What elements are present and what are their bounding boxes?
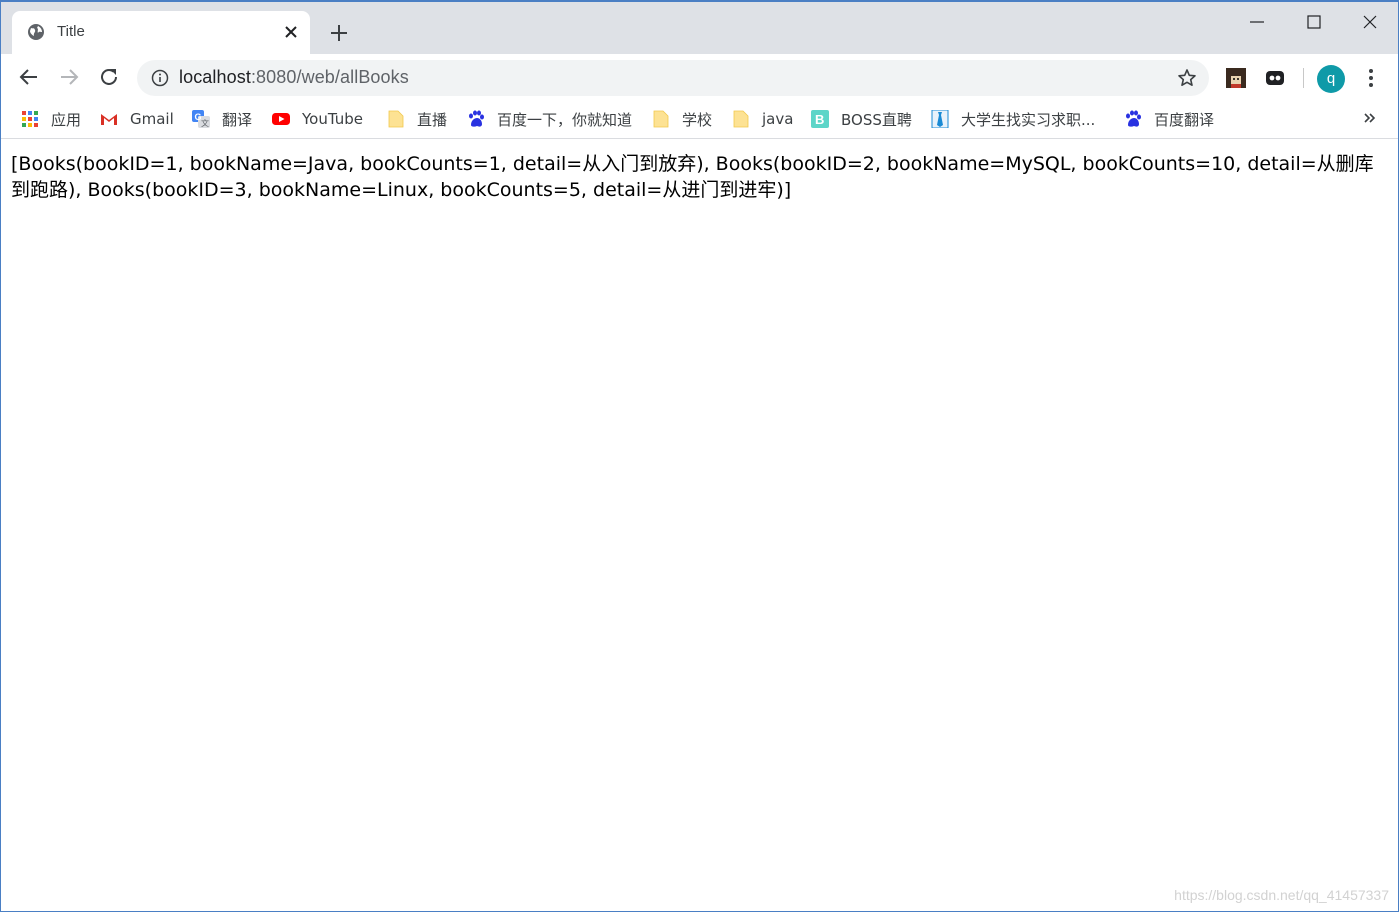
reload-icon[interactable] — [97, 65, 121, 89]
bookmark-internship[interactable]: 大学生找实习求职... — [931, 108, 1095, 130]
url-path: :8080/web/allBooks — [250, 67, 409, 87]
bookmark-label: java — [762, 110, 794, 128]
gmail-icon — [101, 114, 117, 125]
bookmark-label: BOSS直聘 — [841, 110, 912, 129]
maximize-icon[interactable] — [1302, 10, 1326, 34]
bookmark-label: 学校 — [682, 110, 713, 129]
extension-mask-icon[interactable] — [1265, 68, 1285, 88]
globe-icon — [28, 24, 44, 40]
browser-toolbar: localhost:8080/web/allBooks q — [1, 54, 1398, 100]
google-translate-icon: G 文 — [192, 110, 210, 128]
tab-active[interactable]: Title — [12, 11, 310, 54]
baidu-paw-icon — [1126, 110, 1141, 127]
url-text[interactable]: localhost:8080/web/allBooks — [179, 67, 409, 88]
youtube-icon — [272, 113, 290, 125]
svg-text:B: B — [815, 112, 824, 127]
browser-window: Title localhost:8080/web/allBooks q 应用 G… — [0, 0, 1399, 912]
bookmark-baidu[interactable]: 百度一下，你就知道 — [467, 108, 632, 130]
bookmark-label: 百度一下，你就知道 — [497, 110, 633, 129]
close-tab-icon[interactable] — [282, 23, 300, 41]
folder-icon — [733, 110, 749, 128]
baidu-paw-icon — [469, 110, 484, 127]
bookmark-label: 翻译 — [222, 110, 253, 129]
tab-title: Title — [57, 23, 85, 40]
bookmark-folder-live[interactable]: 直播 — [387, 108, 447, 130]
bookmark-label: 直播 — [417, 110, 448, 129]
bookmark-boss[interactable]: B BOSS直聘 — [811, 108, 912, 130]
address-bar[interactable]: localhost:8080/web/allBooks — [137, 60, 1209, 96]
bookmark-baidu-translate[interactable]: 百度翻译 — [1124, 108, 1214, 130]
folder-icon — [653, 110, 669, 128]
double-chevron-right-icon[interactable] — [1361, 109, 1379, 127]
bookmark-label: YouTube — [302, 110, 363, 128]
tie-icon — [931, 110, 949, 128]
minimize-icon[interactable] — [1245, 10, 1269, 34]
bookmark-gmail[interactable]: Gmail — [100, 108, 174, 130]
folder-icon — [388, 110, 404, 128]
bookmark-folder-java[interactable]: java — [732, 108, 793, 130]
bookmark-label: 大学生找实习求职... — [961, 110, 1096, 129]
new-tab-icon[interactable] — [328, 22, 350, 44]
bookmark-label: Gmail — [130, 110, 174, 128]
kebab-menu-icon[interactable] — [1361, 67, 1381, 89]
toolbar-divider — [1303, 68, 1304, 88]
back-arrow-icon[interactable] — [17, 65, 41, 89]
bookmark-translate[interactable]: G 文 翻译 — [192, 108, 252, 130]
close-window-icon[interactable] — [1358, 10, 1382, 34]
bookmarks-bar: 应用 Gmail G 文 翻译 YouTube 直播 百度一下，你就知道 学校 … — [1, 100, 1398, 139]
profile-avatar[interactable]: q — [1317, 65, 1345, 93]
url-host: localhost — [179, 67, 251, 87]
bookmark-star-icon[interactable] — [1177, 68, 1197, 88]
page-body-text: [Books(bookID=1, bookName=Java, bookCoun… — [11, 153, 1374, 201]
bookmark-apps[interactable]: 应用 — [21, 108, 81, 130]
bookmark-folder-school[interactable]: 学校 — [652, 108, 712, 130]
bookmark-label: 百度翻译 — [1154, 110, 1215, 129]
bookmark-label: 应用 — [51, 110, 82, 129]
svg-text:文: 文 — [201, 118, 209, 128]
apps-grid-icon — [22, 111, 38, 127]
extension-avatar-icon[interactable] — [1226, 68, 1246, 88]
bookmark-youtube[interactable]: YouTube — [272, 108, 363, 130]
boss-icon: B — [811, 110, 829, 128]
forward-arrow-icon[interactable] — [57, 65, 81, 89]
tab-strip: Title — [1, 2, 1398, 54]
site-info-icon[interactable] — [151, 69, 169, 87]
watermark: https://blog.csdn.net/qq_41457337 — [1174, 887, 1389, 903]
